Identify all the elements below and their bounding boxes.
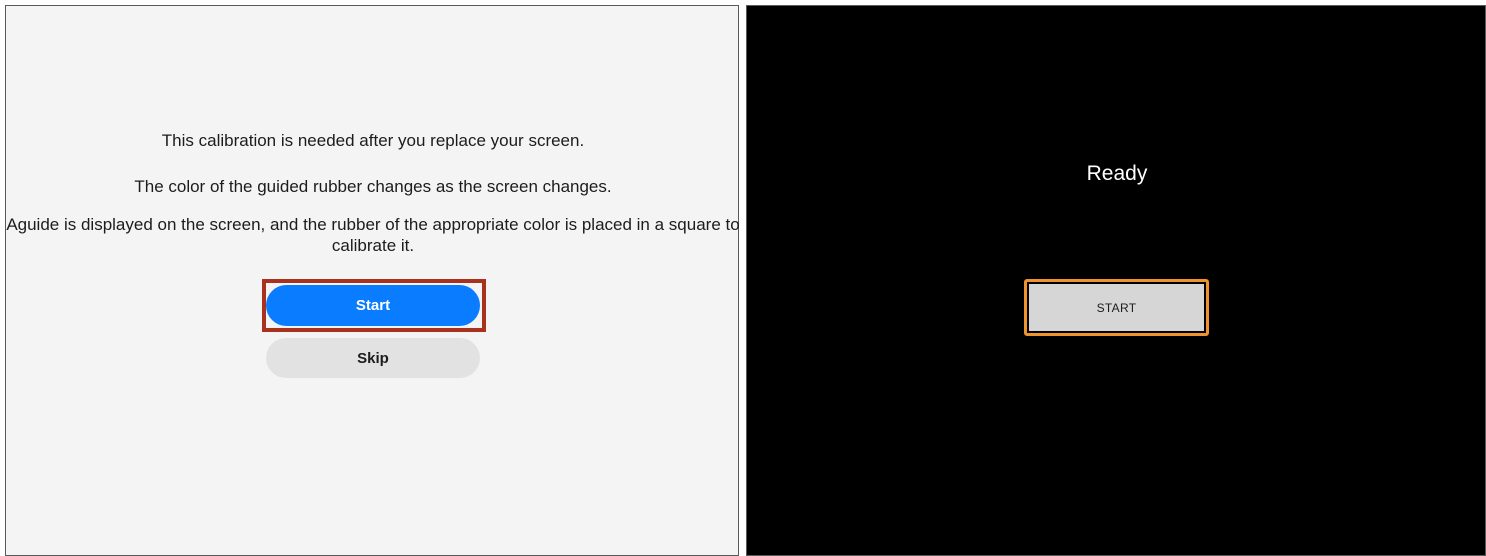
ready-start-button[interactable]: START (1029, 284, 1204, 331)
calibration-ready-screen: Ready START (746, 5, 1486, 556)
calibration-intro-screen: This calibration is needed after you rep… (5, 5, 740, 556)
calibration-message-3: Aguide is displayed on the screen, and t… (6, 215, 740, 255)
calibration-message-1: This calibration is needed after you rep… (161, 131, 585, 150)
screenshot-pair: This calibration is needed after you rep… (0, 0, 1486, 556)
skip-button[interactable]: Skip (266, 338, 480, 378)
calibration-message-2: The color of the guided rubber changes a… (134, 177, 612, 196)
start-button[interactable]: Start (266, 285, 480, 326)
ready-status-text: Ready (1086, 162, 1148, 185)
